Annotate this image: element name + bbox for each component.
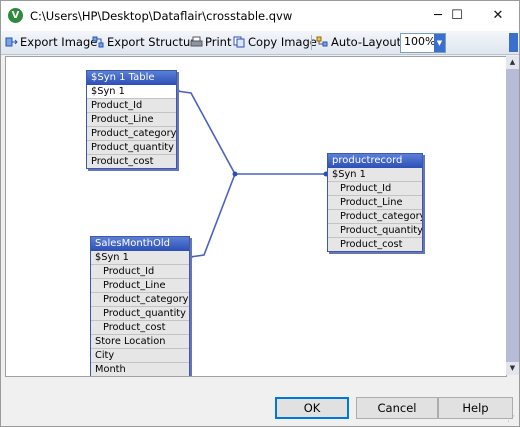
table-diagram-canvas[interactable]: $Syn 1 Table $Syn 1 Product_Id Product_L… [5, 56, 507, 377]
export-structure-icon [92, 36, 104, 48]
resize-grip-icon[interactable]: ⋰ [507, 414, 517, 424]
link-hub-node [232, 171, 238, 177]
table-field[interactable]: Product_quantity [87, 141, 176, 155]
table-field[interactable]: $Syn 1 [328, 168, 422, 182]
print-button[interactable]: Print [190, 34, 231, 51]
export-image-button[interactable]: Export Image [5, 34, 97, 51]
table-title: SalesMonthOld [91, 237, 189, 251]
table-field[interactable]: Product_Id [87, 99, 176, 113]
toolbar: Export Image Export Structure Print Copy… [1, 31, 519, 55]
export-image-label: Export Image [20, 35, 98, 49]
title-bar: V C:\Users\HP\Desktop\Dataflair\crosstab… [1, 1, 519, 31]
ok-button[interactable]: OK [275, 397, 349, 419]
link-sales-to-hub [189, 173, 236, 258]
table-field[interactable]: City [91, 349, 189, 363]
table-field[interactable]: Product_Line [87, 113, 176, 127]
table-viewer-window: V C:\Users\HP\Desktop\Dataflair\crosstab… [0, 0, 520, 427]
copy-image-label: Copy Image [248, 35, 317, 49]
table-box-salesmontholdd[interactable]: SalesMonthOld $Syn 1 Product_Id Product_… [90, 236, 190, 376]
qlikview-app-icon: V [8, 8, 23, 23]
toolbar-overflow-handle[interactable] [509, 33, 518, 52]
zoom-value: 100% [404, 35, 436, 48]
toolbar-separator [311, 35, 312, 50]
copy-image-icon [233, 36, 245, 48]
printer-icon [190, 36, 203, 47]
chevron-down-icon[interactable]: ▼ [434, 34, 445, 52]
table-field[interactable]: Product_Line [328, 196, 422, 210]
table-title: $Syn 1 Table [87, 71, 176, 85]
print-label: Print [205, 35, 232, 49]
table-box-productrecord[interactable]: productrecord $Syn 1 Product_Id Product_… [327, 153, 423, 252]
export-structure-button[interactable]: Export Structure [92, 34, 202, 51]
table-box-syn[interactable]: $Syn 1 Table $Syn 1 Product_Id Product_L… [86, 70, 177, 169]
table-field[interactable]: Product_Id [91, 265, 189, 279]
table-field[interactable]: Month [91, 363, 189, 376]
table-field[interactable]: Product_quantity [91, 307, 189, 321]
table-field[interactable]: Product_category [328, 210, 422, 224]
help-button[interactable]: Help [438, 397, 513, 419]
scroll-up-icon[interactable]: ▲ [506, 56, 519, 69]
table-title: productrecord [328, 154, 422, 168]
table-field[interactable]: Product_category [87, 127, 176, 141]
table-field[interactable]: Product_cost [328, 238, 422, 251]
maximize-button[interactable]: ☐ [437, 1, 477, 31]
table-field[interactable]: Product_category [91, 293, 189, 307]
table-field[interactable]: Product_Id [328, 182, 422, 196]
cancel-button[interactable]: Cancel [356, 397, 438, 419]
table-field[interactable]: Product_Line [91, 279, 189, 293]
export-image-icon [5, 37, 18, 47]
auto-layout-button[interactable]: Auto-Layout [316, 34, 401, 51]
table-field[interactable]: Product_cost [91, 321, 189, 335]
table-field[interactable]: $Syn 1 [87, 85, 176, 99]
vertical-scrollbar[interactable]: ▲ ▼ [506, 56, 519, 375]
link-syn-to-hub [176, 90, 236, 175]
table-field[interactable]: Product_cost [87, 155, 176, 168]
zoom-select[interactable]: 100% ▼ [400, 33, 446, 53]
association-lines [174, 88, 329, 260]
export-structure-label: Export Structure [107, 35, 202, 49]
window-title: C:\Users\HP\Desktop\Dataflair\crosstable… [30, 9, 293, 23]
table-field[interactable]: $Syn 1 [91, 251, 189, 265]
scroll-down-icon[interactable]: ▼ [506, 362, 519, 375]
auto-layout-icon [316, 36, 328, 47]
copy-image-button[interactable]: Copy Image [233, 34, 317, 51]
table-field[interactable]: Product_quantity [328, 224, 422, 238]
auto-layout-label: Auto-Layout [331, 35, 402, 49]
close-button[interactable]: ✕ [478, 1, 518, 31]
table-field[interactable]: Store Location [91, 335, 189, 349]
